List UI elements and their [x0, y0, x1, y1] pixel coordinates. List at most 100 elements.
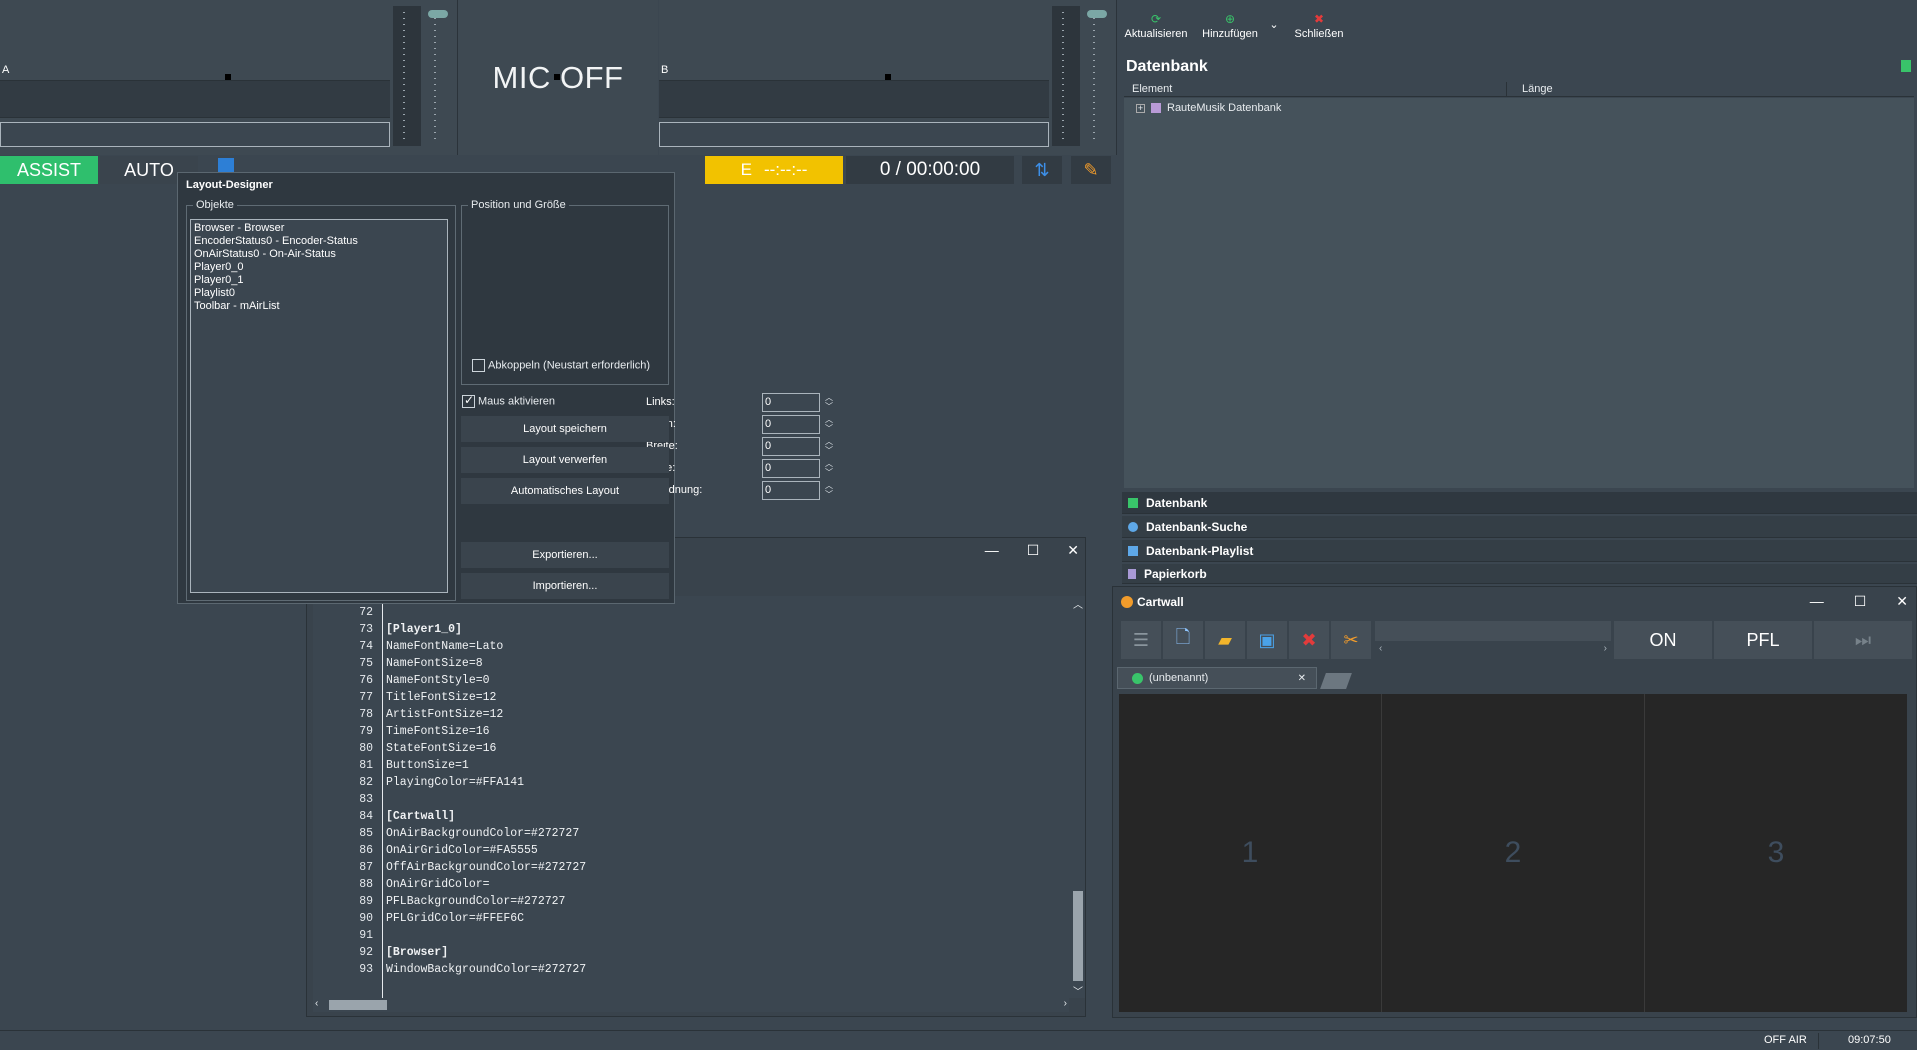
- add-button[interactable]: ⊕ Hinzufügen: [1200, 12, 1260, 40]
- field-value-input[interactable]: 0: [762, 437, 820, 456]
- fader-knob[interactable]: [1087, 10, 1107, 18]
- cart-slot-2[interactable]: 2: [1382, 694, 1645, 1012]
- maximize-icon[interactable]: ☐: [1854, 593, 1867, 610]
- spinner-icon[interactable]: ︿ ﹀: [824, 393, 834, 412]
- mouse-checkbox[interactable]: Maus aktivieren: [462, 393, 555, 408]
- checkbox-box[interactable]: [462, 393, 475, 408]
- editor-line[interactable]: 92 [Browser]: [313, 946, 1053, 963]
- import-button[interactable]: Importieren...: [461, 573, 669, 599]
- auto-layout-button[interactable]: Automatisches Layout: [461, 478, 669, 504]
- player-a-progress[interactable]: [0, 122, 390, 147]
- delete-icon[interactable]: ✖: [1289, 621, 1329, 659]
- fader-knob[interactable]: [428, 10, 448, 18]
- sort-icon[interactable]: ⇅: [1022, 156, 1062, 184]
- database-panel[interactable]: Datenbank Element Länge + RauteMusik Dat…: [1122, 54, 1917, 490]
- open-folder-icon[interactable]: ▰: [1205, 621, 1245, 659]
- automation-icon[interactable]: [218, 158, 234, 172]
- editor-line[interactable]: 75 NameFontSize=8: [313, 657, 1053, 674]
- object-list-item[interactable]: OnAirStatus0 - On-Air-Status: [194, 248, 444, 261]
- cartwall-tab[interactable]: (unbenannt) ✕: [1117, 667, 1317, 689]
- spinner-icon[interactable]: ︿ ﹀: [824, 415, 834, 434]
- field-value-input[interactable]: 0: [762, 481, 820, 500]
- tab-database-search[interactable]: Datenbank-Suche: [1122, 516, 1917, 538]
- object-list-item[interactable]: Browser - Browser: [194, 222, 444, 235]
- spinner-icon[interactable]: ︿ ﹀: [824, 459, 834, 478]
- spinner-icon[interactable]: ︿ ﹀: [824, 481, 834, 500]
- expand-icon[interactable]: +: [1136, 103, 1145, 113]
- config-editor-window[interactable]: — ☐ ✕ 72 73 [Player1_0] 74 NameFontName=Lato…: [306, 537, 1086, 1017]
- cartwall-window[interactable]: Cartwall — ☐ ✕ ☰ 🗋 ▰ ▣ ✖ ✂ ‹ › ON PFL ⏭ …: [1112, 586, 1917, 1018]
- refresh-button[interactable]: ⟳ Aktualisieren: [1124, 12, 1188, 40]
- player-a-title-bar[interactable]: [0, 80, 390, 118]
- objects-list[interactable]: Browser - Browser EncoderStatus0 - Encode…: [190, 219, 448, 593]
- editor-line[interactable]: 83: [313, 793, 1053, 810]
- object-list-item[interactable]: Player0_0: [194, 261, 444, 274]
- editor-line[interactable]: 89 PFLBackgroundColor=#272727: [313, 895, 1053, 912]
- player-a-fader[interactable]: [424, 6, 452, 146]
- scroll-left-icon[interactable]: ‹: [315, 998, 318, 1009]
- editor-line[interactable]: 80 StateFontSize=16: [313, 742, 1053, 759]
- editor-line[interactable]: 86 OnAirGridColor=#FA5555: [313, 844, 1053, 861]
- player-b-fader[interactable]: [1083, 6, 1111, 146]
- editor-line[interactable]: 74 NameFontName=Lato: [313, 640, 1053, 657]
- selection-handle[interactable]: [885, 74, 891, 80]
- editor-line[interactable]: 76 NameFontStyle=0: [313, 674, 1053, 691]
- editor-line[interactable]: 93 WindowBackgroundColor=#272727: [313, 963, 1053, 980]
- field-value-input[interactable]: 0: [762, 393, 820, 412]
- detach-checkbox[interactable]: Abkoppeln (Neustart erforderlich): [472, 359, 650, 372]
- cartwall-pfl-button[interactable]: PFL: [1714, 621, 1812, 659]
- scroll-thumb[interactable]: [329, 1000, 387, 1010]
- close-icon[interactable]: ✕: [1896, 593, 1908, 610]
- layout-designer-dialog[interactable]: Layout-Designer Objekte Browser - Browse…: [177, 172, 833, 604]
- add-dropdown[interactable]: ⌄: [1268, 18, 1280, 31]
- cart-slot-1[interactable]: 1: [1119, 694, 1382, 1012]
- editor-horizontal-scrollbar[interactable]: ‹ ›: [313, 998, 1069, 1012]
- editor-line[interactable]: 82 PlayingColor=#FFA141: [313, 776, 1053, 793]
- new-file-icon[interactable]: 🗋: [1163, 621, 1203, 659]
- cartwall-scroll[interactable]: ‹ ›: [1375, 643, 1611, 659]
- database-tree[interactable]: + RauteMusik Datenbank: [1124, 98, 1914, 488]
- new-tab-button[interactable]: [1320, 673, 1352, 689]
- editor-line[interactable]: 91: [313, 929, 1053, 946]
- close-db-button[interactable]: ✖ Schließen: [1292, 12, 1346, 40]
- cartwall-name-field[interactable]: [1375, 621, 1611, 641]
- field-value-input[interactable]: 0: [762, 459, 820, 478]
- editor-line[interactable]: 72: [313, 606, 1053, 623]
- player-a-volume-slider[interactable]: [393, 6, 421, 146]
- scroll-up-icon[interactable]: ︿: [1073, 596, 1083, 611]
- editor-line[interactable]: 87 OffAirBackgroundColor=#272727: [313, 861, 1053, 878]
- editor-line[interactable]: 90 PFLGridColor=#FFEF6C: [313, 912, 1053, 929]
- export-button[interactable]: Exportieren...: [461, 542, 669, 568]
- minimize-icon[interactable]: —: [985, 542, 999, 559]
- player-b-title-bar[interactable]: [659, 80, 1049, 118]
- object-list-item[interactable]: Toolbar - mAirList: [194, 300, 444, 313]
- editor-line[interactable]: 73 [Player1_0]: [313, 623, 1053, 640]
- editor-text-area[interactable]: 72 73 [Player1_0] 74 NameFontName=Lato 75 Name…: [313, 596, 1073, 998]
- scroll-right-icon[interactable]: ›: [1064, 998, 1067, 1009]
- minimize-icon[interactable]: —: [1810, 593, 1824, 610]
- cart-slot-3[interactable]: 3: [1645, 694, 1907, 1012]
- editor-line[interactable]: 79 TimeFontSize=16: [313, 725, 1053, 742]
- column-element[interactable]: Element: [1132, 83, 1172, 95]
- checkbox-box[interactable]: [472, 359, 485, 372]
- editor-line[interactable]: 88 OnAirGridColor=: [313, 878, 1053, 895]
- editor-line[interactable]: 77 TitleFontSize=12: [313, 691, 1053, 708]
- spinner-icon[interactable]: ︿ ﹀: [824, 437, 834, 456]
- tab-trash[interactable]: Papierkorb: [1122, 564, 1917, 584]
- skip-next-icon[interactable]: ⏭: [1814, 621, 1912, 659]
- editor-line[interactable]: 78 ArtistFontSize=12: [313, 708, 1053, 725]
- object-list-item[interactable]: Playlist0: [194, 287, 444, 300]
- selection-handle[interactable]: [225, 74, 231, 80]
- editor-line[interactable]: 81 ButtonSize=1: [313, 759, 1053, 776]
- tab-close-icon[interactable]: ✕: [1298, 673, 1306, 684]
- encoder-status[interactable]: E --:--:--: [705, 156, 843, 184]
- object-list-item[interactable]: Player0_1: [194, 274, 444, 287]
- editor-line[interactable]: 85 OnAirBackgroundColor=#272727: [313, 827, 1053, 844]
- field-value-input[interactable]: 0: [762, 415, 820, 434]
- discard-layout-button[interactable]: Layout verwerfen: [461, 447, 669, 473]
- edit-pencil-icon[interactable]: ✎: [1071, 156, 1111, 184]
- tools-icon[interactable]: ✂: [1331, 621, 1371, 659]
- selection-handle[interactable]: [554, 74, 560, 80]
- scroll-right-icon[interactable]: ›: [1604, 643, 1607, 654]
- tab-database[interactable]: Datenbank: [1122, 492, 1917, 514]
